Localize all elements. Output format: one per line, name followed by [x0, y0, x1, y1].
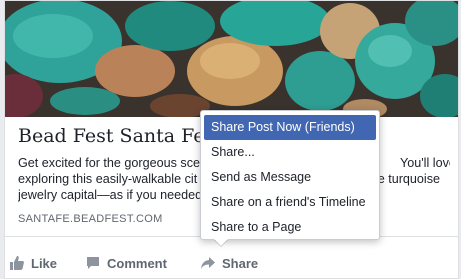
menu-item-share-page[interactable]: Share to a Page [201, 215, 379, 240]
menu-item-share[interactable]: Share... [201, 140, 379, 165]
menu-item-share-friend-timeline[interactable]: Share on a friend's Timeline [201, 190, 379, 215]
description-fragment: You'll love [400, 156, 450, 170]
thumbs-up-icon [10, 256, 24, 270]
post-actions-bar: Like Comment Share [5, 249, 458, 278]
like-label: Like [31, 255, 58, 271]
link-domain: SANTAFE.BEADFEST.COM [18, 213, 163, 225]
description-fragment: jewelry capital—as if you needed [18, 188, 203, 202]
speech-bubble-icon [87, 257, 99, 269]
description-fragment: exploring this easily-walkable cit [18, 172, 198, 186]
comment-button[interactable]: Comment [85, 255, 167, 271]
share-button[interactable]: Share [200, 255, 258, 271]
like-button[interactable]: Like [9, 255, 57, 271]
comment-label: Comment [107, 255, 167, 271]
menu-item-send-message[interactable]: Send as Message [201, 165, 379, 190]
share-arrow-icon [201, 257, 215, 269]
menu-item-share-now[interactable]: Share Post Now (Friends) [204, 115, 376, 140]
menu-caret-fill [214, 239, 228, 246]
share-menu: Share Post Now (Friends) Share... Send a… [200, 110, 380, 240]
share-label: Share [222, 255, 259, 271]
description-fragment: Get excited for the gorgeous sce [18, 156, 201, 170]
link-preview-image[interactable] [5, 1, 458, 117]
